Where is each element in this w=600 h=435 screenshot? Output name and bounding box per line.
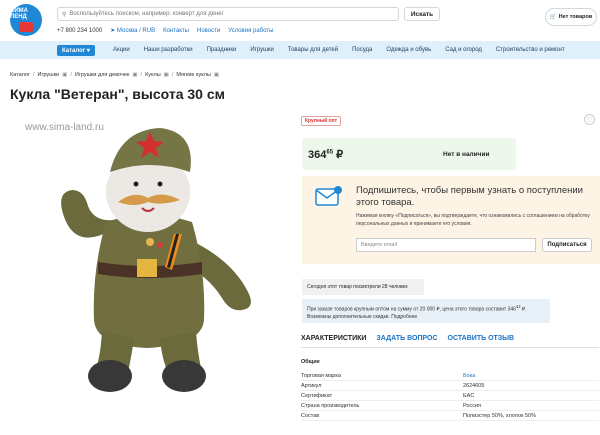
- doll-illustration: [61, 128, 251, 392]
- subscribe-button[interactable]: Подписаться: [542, 238, 592, 252]
- currency: ₽: [336, 149, 344, 161]
- nav-item-holidays[interactable]: Праздники: [207, 47, 237, 53]
- main-nav: Каталог ▾ Акции Наши разработки Праздник…: [0, 41, 600, 59]
- nav-item-garden[interactable]: Сад и огород: [445, 47, 482, 53]
- cart-button[interactable]: 🛒 Нет товаров: [545, 8, 597, 26]
- breadcrumb-item[interactable]: Игрушки для девочек: [75, 72, 129, 78]
- wholesale-price-suffix: ₽.: [521, 306, 527, 313]
- nav-item-our-products[interactable]: Наши разработки: [144, 47, 193, 53]
- region-label: Москва / RUB: [116, 28, 156, 34]
- spec-key: Страна производитель: [301, 402, 360, 409]
- table-row: Артикул 2624605: [301, 381, 599, 391]
- search-button[interactable]: Искать: [404, 7, 440, 21]
- subscribe-text: Нажимая кнопку «Подписаться», вы подтвер…: [356, 213, 590, 227]
- specs-heading: Общие: [301, 359, 320, 365]
- phone-number[interactable]: +7 800 234 1000: [57, 28, 102, 34]
- breadcrumb-separator: /: [171, 72, 174, 78]
- table-row: Страна производитель Россия: [301, 401, 599, 411]
- site-logo[interactable]: СИМА ЛЕНД: [10, 4, 42, 36]
- catalog-label: Каталог: [62, 47, 86, 54]
- specs-table: Торговая марка Бока Артикул 2624605 Сертиф…: [301, 371, 599, 421]
- subscribe-title: Подпишитесь, чтобы первым узнать о посту…: [356, 185, 583, 208]
- breadcrumb-item[interactable]: Мягкие куклы: [176, 72, 210, 78]
- favorite-heart-icon[interactable]: ♡: [584, 114, 595, 125]
- breadcrumb-separator: /: [33, 72, 35, 78]
- spec-key: Состав: [301, 412, 320, 419]
- chevron-down-icon[interactable]: ▣: [214, 72, 219, 78]
- tab-ask-question[interactable]: ЗАДАТЬ ВОПРОС: [376, 335, 437, 342]
- page-title: Кукла "Ветеран", высота 30 см: [10, 86, 225, 102]
- price-main: 364: [308, 149, 327, 161]
- contacts-bar: +7 800 234 1000 ➤ Москва / RUB Контакты …: [57, 27, 273, 35]
- spec-key: Сертификат: [301, 392, 333, 399]
- price: 36465 ₽: [308, 148, 343, 161]
- nav-item-toys[interactable]: Игрушки: [250, 47, 274, 53]
- tab-characteristics[interactable]: ХАРАКТЕРИСТИКИ: [301, 335, 366, 342]
- wholesale-more[interactable]: Возможны дополнительные скидки. Подробне…: [307, 314, 417, 320]
- chevron-down-icon[interactable]: ▣: [132, 72, 137, 78]
- spec-value: Россия: [463, 402, 482, 409]
- logo-text: СИМА ЛЕНД: [10, 8, 28, 20]
- spec-key: Артикул: [301, 382, 322, 389]
- breadcrumb-item[interactable]: Куклы: [145, 72, 161, 78]
- cart-icon: 🛒: [549, 14, 557, 20]
- wholesale-text: При заказе товаров крупным оптом на сумм…: [307, 306, 516, 313]
- nav-item-construction[interactable]: Строительство и ремонт: [496, 47, 565, 53]
- spec-value: Полиэстер 50%, хлопок 50%: [463, 412, 536, 419]
- breadcrumb-item[interactable]: Игрушки: [38, 72, 60, 78]
- price-cents: 65: [326, 149, 334, 156]
- nav-item-dishes[interactable]: Посуда: [352, 47, 372, 53]
- contacts-link[interactable]: Контакты: [163, 28, 189, 34]
- nav-item-promo[interactable]: Акции: [113, 47, 130, 53]
- product-tabs: ХАРАКТЕРИСТИКИ ЗАДАТЬ ВОПРОС ОСТАВИТЬ ОТ…: [301, 335, 514, 342]
- breadcrumb-separator: /: [70, 72, 72, 78]
- chevron-down-icon[interactable]: ▣: [164, 72, 169, 78]
- breadcrumb: Каталог / Игрушки ▣ / Игрушки для девочек ▣ /…: [10, 72, 219, 78]
- price-box: 36465 ₽ Нет в наличии: [302, 138, 516, 170]
- wholesale-price-cents: 42: [515, 304, 521, 309]
- location-icon: ➤: [110, 28, 116, 34]
- search-placeholder: Воспользуйтесь поиском, например: конвер…: [69, 11, 224, 17]
- wholesale-info: При заказе товаров крупным оптом на сумм…: [302, 299, 550, 323]
- nav-item-kids[interactable]: Товары для детей: [288, 47, 338, 53]
- spec-value[interactable]: Бока: [463, 373, 475, 379]
- search-input[interactable]: ⚲ Воспользуйтесь поиском, например: конв…: [57, 7, 399, 21]
- search-icon: ⚲: [62, 11, 67, 18]
- news-link[interactable]: Новости: [197, 28, 220, 34]
- logo-mark-icon: [19, 22, 33, 32]
- chevron-down-icon[interactable]: ▣: [62, 72, 67, 78]
- subscribe-panel: Подпишитесь, чтобы первым узнать о посту…: [302, 176, 600, 264]
- table-row: Состав Полиэстер 50%, хлопок 50%: [301, 411, 599, 421]
- spec-value: EAC: [463, 392, 475, 399]
- wholesale-badge: Крупный опт: [301, 116, 342, 126]
- spec-key: Торговая марка: [301, 372, 341, 379]
- region-selector[interactable]: ➤ Москва / RUB: [110, 27, 155, 34]
- table-row: Сертификат EAC: [301, 391, 599, 401]
- table-row: Торговая марка Бока: [301, 371, 599, 381]
- tab-leave-review[interactable]: ОСТАВИТЬ ОТЗЫВ: [448, 335, 515, 342]
- email-field[interactable]: Введите email: [356, 238, 536, 252]
- catalog-button[interactable]: Каталог ▾: [57, 44, 95, 56]
- chevron-down-icon: ▾: [86, 47, 90, 54]
- breadcrumb-item[interactable]: Каталог: [10, 72, 30, 78]
- cart-label: Нет товаров: [558, 14, 593, 20]
- top-header: СИМА ЛЕНД ⚲ Воспользуйтесь поиском, напр…: [0, 0, 600, 42]
- mail-icon: [315, 186, 342, 206]
- stock-status: Нет в наличии: [443, 151, 490, 158]
- spec-value: 2624605: [463, 382, 485, 389]
- views-counter: Сегодня этот товар посмотрели 28 человек: [302, 279, 424, 295]
- breadcrumb-separator: /: [140, 72, 143, 78]
- terms-link[interactable]: Условия работы: [228, 28, 273, 34]
- watermark: www.sima-land.ru: [25, 122, 104, 133]
- product-image[interactable]: www.sima-land.ru: [10, 110, 290, 430]
- nav-item-clothes[interactable]: Одежда и обувь: [386, 47, 431, 53]
- divider: [301, 347, 599, 348]
